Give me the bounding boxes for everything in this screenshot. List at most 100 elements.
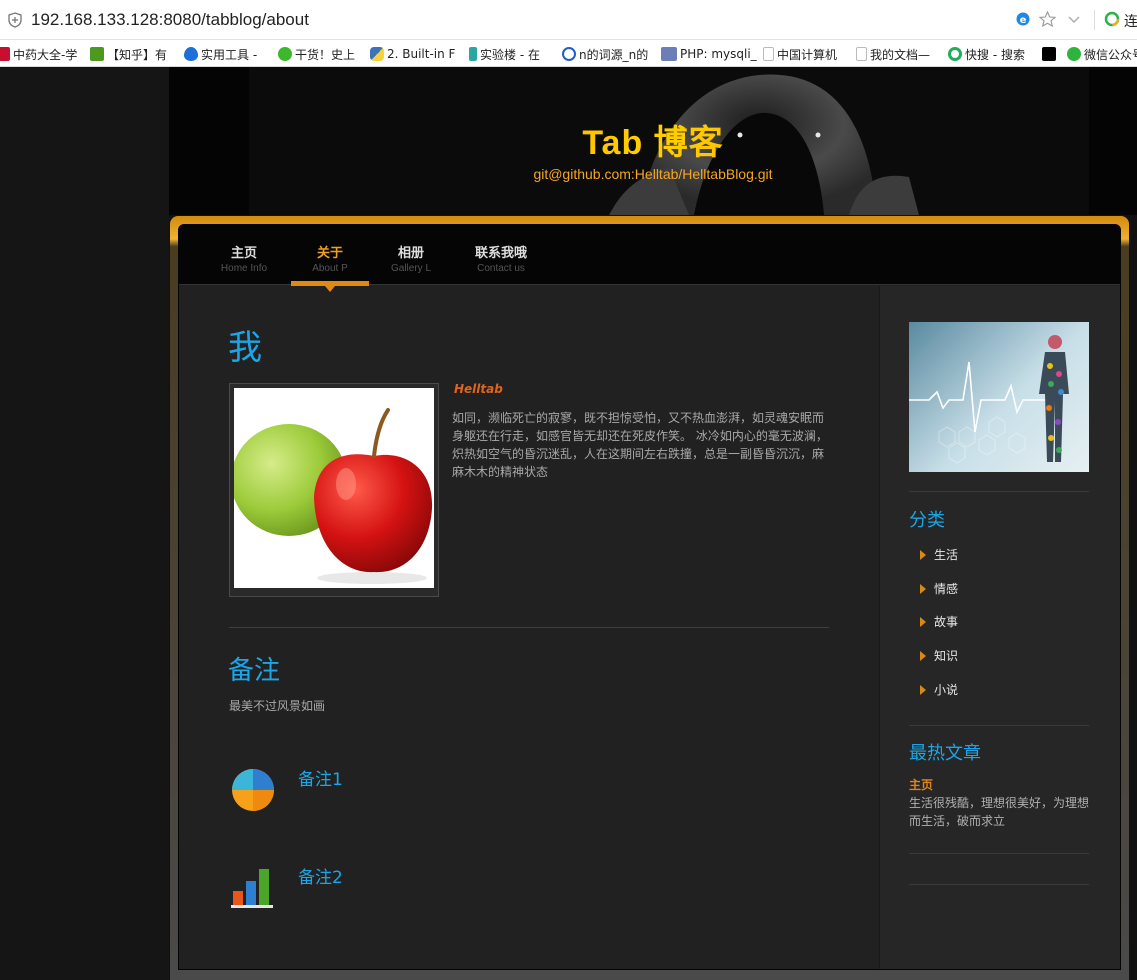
nav-item-subtitle: Gallery L [390,263,431,274]
caret-right-icon [920,550,926,560]
caret-right-icon [920,584,926,594]
bookmark-item[interactable]: n的词源_n的 [562,44,648,64]
wechat-icon [1067,47,1081,61]
bookmark-item[interactable]: PHP: mysqli_ [661,44,757,64]
nav-item-title: 主页 [230,246,257,261]
content-container: 主页 Home Info 关于 About P 相册 Gallery L 联系我… [178,224,1121,970]
nav-item-about[interactable]: 关于 About P [291,225,369,292]
chevron-down-icon[interactable] [1066,11,1082,27]
toolbar-divider [1094,10,1095,30]
categories-heading: 分类 [909,510,945,531]
category-label: 小说 [934,683,959,697]
svg-text:e: e [1020,15,1027,26]
notes-heading: 备注 [228,656,281,686]
bookmark-label: PHP: mysqli_ [680,47,757,61]
site-info-icon[interactable] [8,12,22,28]
caret-right-icon [920,685,926,695]
header-banner: Tab 博客 git@github.com:Helltab/HelltabBlo… [169,67,1137,215]
caret-right-icon [920,651,926,661]
bookmark-item[interactable] [1042,44,1059,64]
sidebar: 分类 生活 情感 故事 知识 小说 最热文章 主页 生活很残酷，理想很美好，为理… [879,286,1120,969]
pie-chart-icon [232,769,274,811]
bookmark-item[interactable]: 中国计算机 [763,44,837,64]
nav-item-subtitle: Contact us [477,263,525,274]
bookmark-item[interactable]: 微信公众号 [1067,44,1137,64]
bookmark-favicon [0,47,10,61]
sidebar-divider [909,884,1089,885]
bookmark-item[interactable]: 中药大全-学 [0,44,77,64]
bookmark-item[interactable]: 【知乎】有 [90,44,167,64]
360-search-icon[interactable] [1104,11,1120,27]
category-item-life[interactable]: 生活 [920,546,958,563]
bookmark-label: 实用工具 - [201,47,258,62]
bookmark-favicon [90,47,104,61]
page: Tab 博客 git@github.com:Helltab/HelltabBlo… [0,67,1137,980]
page-icon [856,47,867,61]
nav-item-title: 相册 [397,246,424,261]
nav-item-title: 关于 [316,246,343,261]
favorite-star-icon[interactable] [1039,11,1056,28]
shiyanlou-icon [469,47,477,61]
page-left-background [0,67,169,980]
sidebar-divider [909,725,1089,726]
url-text[interactable]: 192.168.133.128:8080/tabblog/about [31,10,309,30]
bookmark-item[interactable]: 2. Built-in F [370,44,455,64]
bookmark-item[interactable]: 干货！史上 [278,44,355,64]
note-item: 备注1 [229,765,829,825]
sidebar-divider [909,853,1089,854]
bookmark-label: 实验楼 - 在 [480,47,540,62]
bar-chart-icon [231,869,273,908]
sidebar-health-image [909,322,1089,472]
note-title[interactable]: 备注2 [298,863,343,888]
page-title: 我 [228,328,262,368]
category-label: 知识 [934,649,959,663]
nav-item-subtitle: Home Info [220,263,268,274]
category-label: 生活 [934,548,959,562]
blog-title: Tab 博客 [169,115,1137,164]
profile-photo [229,383,439,597]
nav-item-home[interactable]: 主页 Home Info [211,225,277,285]
hot-article-title[interactable]: 主页 [909,776,933,793]
hot-article-excerpt: 生活很残酷，理想很美好，为理想而生活，破而求立 [909,796,1090,828]
kuaisou-icon [948,47,962,61]
search-engine-label[interactable]: 连 [1124,11,1137,31]
ecg-human-illustration [909,335,1069,464]
note-item: 备注2 [229,863,829,923]
bookmarks-bar: 中药大全-学 【知乎】有 实用工具 - 干货！史上 2. Built-in F … [0,40,1137,67]
category-item-story[interactable]: 故事 [920,613,958,630]
va-icon [1042,47,1056,61]
notes-subtitle: 最美不过风景如画 [229,699,326,713]
python-icon [370,47,384,61]
blog-repo-url[interactable]: git@github.com:Helltab/HelltabBlog.git [169,166,1137,182]
nav-item-contact[interactable]: 联系我哦 Contact us [463,225,539,285]
address-bar[interactable]: 192.168.133.128:8080/tabblog/about e 连 [0,0,1137,40]
section-divider [229,627,829,628]
sidebar-divider [909,491,1089,492]
bookmark-label: 干货！史上 [295,47,356,62]
bookmark-item[interactable]: 实用工具 - [184,44,257,64]
category-item-knowledge[interactable]: 知识 [920,647,958,664]
bookmark-label: 中药大全-学 [13,47,78,62]
php-icon [661,47,677,61]
note-title[interactable]: 备注1 [298,765,343,790]
bookmark-label: n的词源_n的 [579,47,649,62]
nav-item-title: 联系我哦 [474,246,527,261]
bookmark-label: 中国计算机 [777,47,838,62]
category-label: 故事 [934,615,959,629]
bookmark-item[interactable]: 我的文档— [856,44,930,64]
hot-articles-heading: 最热文章 [909,743,981,764]
author-bio: 如同，濒临死亡的寂寥，既不担惊受怕，又不热血澎湃，如灵魂安眠而身躯还在行走，如感… [452,411,828,479]
etymology-icon [562,47,576,61]
bookmark-item[interactable]: 快搜 - 搜索 [948,44,1025,64]
page-icon [763,47,774,61]
nav-item-gallery[interactable]: 相册 Gallery L [381,225,441,285]
apples-illustration [234,388,434,588]
apples-image [234,388,434,588]
bookmark-label: 快搜 - 搜索 [965,47,1025,62]
category-item-emotion[interactable]: 情感 [920,580,958,597]
category-item-novel[interactable]: 小说 [920,681,958,698]
ie-compat-icon[interactable]: e [1015,11,1031,27]
caret-right-icon [920,617,926,627]
bookmark-label: 微信公众号 [1084,47,1137,62]
bookmark-item[interactable]: 实验楼 - 在 [469,44,540,64]
